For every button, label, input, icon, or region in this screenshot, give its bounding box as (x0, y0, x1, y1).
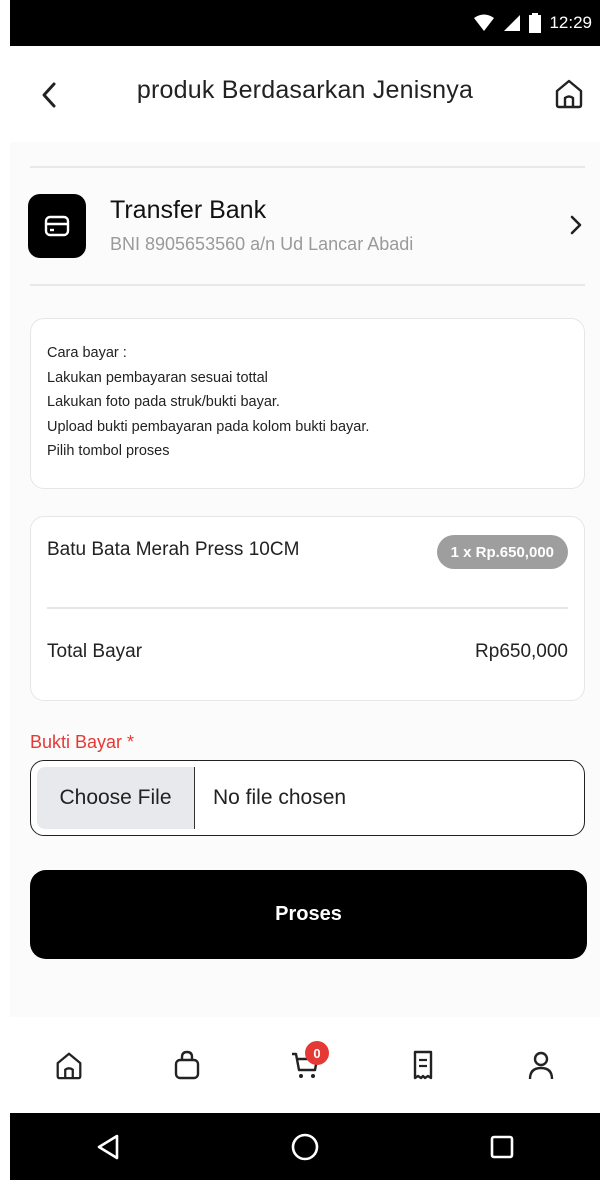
quantity-badge: 1 x Rp.650,000 (436, 535, 568, 569)
signal-icon (504, 15, 521, 31)
shopping-bag-icon (174, 1050, 200, 1080)
choose-file-button[interactable]: Choose File (37, 767, 195, 829)
square-recents-icon (490, 1135, 513, 1158)
chevron-right-icon (568, 214, 584, 241)
payment-instructions: Cara bayar : Lakukan pembayaran sesuai t… (30, 318, 585, 489)
app-header: produk Berdasarkan Jenisnya (10, 46, 600, 142)
payment-method-row[interactable]: Transfer Bank BNI 8905653560 a/n Ud Lanc… (28, 190, 588, 270)
nav-orders[interactable] (393, 1035, 453, 1095)
order-summary: Batu Bata Merah Press 10CM 1 x Rp.650,00… (30, 516, 585, 701)
payment-method-name: Transfer Bank (110, 196, 267, 224)
receipt-icon (413, 1050, 433, 1080)
instruction-line: Lakukan foto pada struk/bukti bayar. (47, 394, 280, 410)
status-bar: 12:29 (10, 0, 600, 46)
instruction-line: Upload bukti pembayaran pada kolom bukti… (47, 418, 370, 435)
card-icon (44, 215, 70, 237)
product-name: Batu Bata Merah Press 10CM (47, 539, 300, 560)
home-icon (555, 79, 583, 109)
cart-count-badge: 0 (305, 1041, 329, 1065)
proof-label: Bukti Bayar * (30, 732, 135, 752)
nav-profile[interactable] (511, 1035, 571, 1095)
payment-icon-box (28, 194, 86, 258)
system-back-button[interactable] (78, 1122, 138, 1172)
battery-icon (529, 13, 542, 33)
page-title: produk Berdasarkan Jenisnya (136, 76, 474, 104)
status-time: 12:29 (549, 13, 592, 32)
system-home-button[interactable] (275, 1122, 335, 1172)
content-area: Transfer Bank BNI 8905653560 a/n Ud Lanc… (10, 142, 600, 1017)
divider (30, 166, 585, 168)
nav-shop[interactable] (157, 1035, 217, 1095)
total-value: Rp650,000 (475, 641, 568, 662)
home-button[interactable] (552, 76, 586, 110)
app-frame: 12:29 produk Berdasarkan Jenisnya Transf… (10, 0, 600, 1180)
home-icon (56, 1052, 82, 1080)
bottom-nav: 0 (10, 1017, 600, 1113)
instruction-line: Lakukan pembayaran sesuai tottal (47, 369, 268, 386)
circle-home-icon (291, 1133, 319, 1160)
nav-home[interactable] (39, 1035, 99, 1095)
triangle-back-icon (98, 1134, 119, 1159)
process-button[interactable]: Proses (30, 870, 587, 959)
system-nav-bar (10, 1113, 600, 1180)
divider (30, 284, 585, 286)
instruction-line: Cara bayar : (47, 345, 127, 361)
user-icon (528, 1051, 554, 1080)
proof-file-input[interactable]: Choose File No file chosen (30, 760, 585, 836)
divider (47, 607, 568, 609)
nav-cart[interactable]: 0 (275, 1035, 335, 1095)
payment-account: BNI 8905653560 a/n Ud Lancar Abadi (110, 234, 414, 254)
wifi-icon (474, 14, 495, 31)
file-status: No file chosen (213, 786, 347, 809)
system-recents-button[interactable] (472, 1122, 532, 1172)
instruction-line: Pilih tombol proses (47, 443, 170, 459)
total-label: Total Bayar (47, 641, 143, 662)
